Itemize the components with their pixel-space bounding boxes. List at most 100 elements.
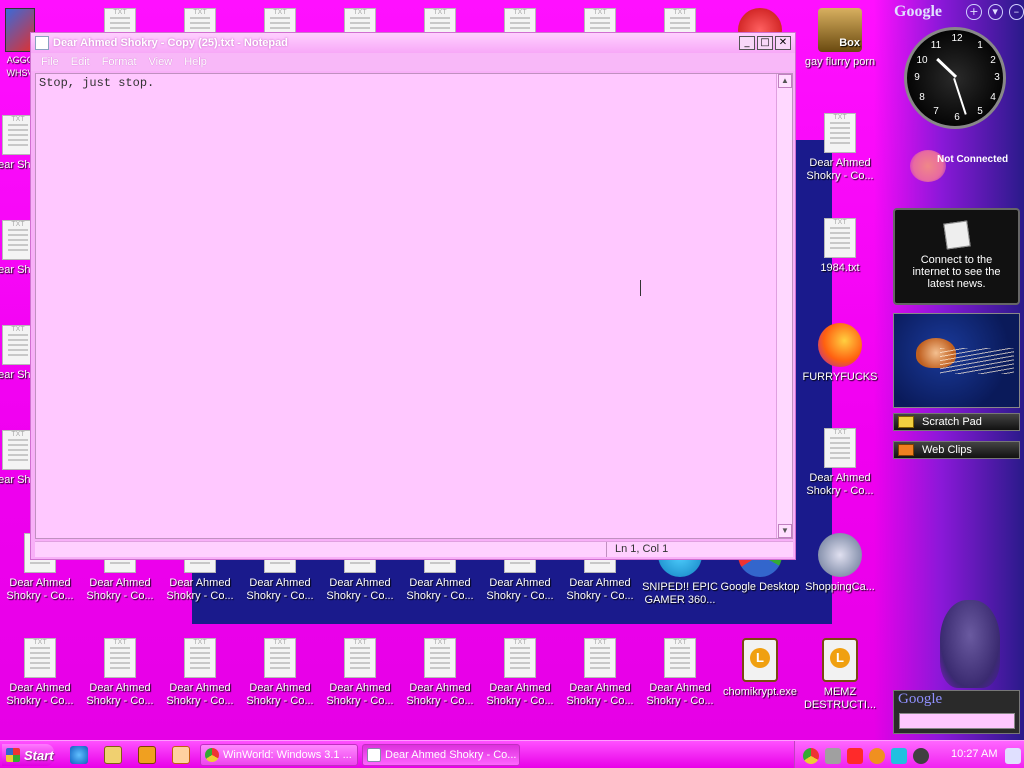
taskbar-item-browser[interactable]: WinWorld: Windows 3.1 ...: [200, 744, 358, 766]
menu-view[interactable]: View: [143, 56, 179, 68]
text-file-icon: [664, 638, 696, 678]
analog-clock[interactable]: 12 1 2 3 4 5 6 7 8 9 10 11: [904, 27, 1006, 129]
desktop-icon[interactable]: Dear Ahmed Shokry - Co...: [240, 638, 320, 708]
minimize-button[interactable]: _: [739, 36, 755, 50]
memz-icon: [822, 638, 858, 682]
google-logo: Google: [894, 3, 942, 20]
text-file-icon: [504, 638, 536, 678]
desktop-icon-label: Dear Ahmed Shokry - Co...: [246, 682, 314, 707]
desktop-icon-label: Dear Ahmed Shokry - Co...: [166, 682, 234, 707]
chomikrypt-icon: [742, 638, 778, 682]
text-file-icon: [184, 638, 216, 678]
gadget-web-clips[interactable]: Web Clips: [893, 441, 1020, 459]
chrome-tray-icon[interactable]: [803, 748, 819, 764]
desktop-icon[interactable]: Dear Ahmed Shokry - Co...: [80, 638, 160, 708]
desktop-icon[interactable]: Dear Ahmed Shokry - Co...: [480, 638, 560, 708]
box-game-icon: Box: [818, 8, 862, 52]
desktop-icon[interactable]: Dear Ahmed Shokry - Co...: [320, 638, 400, 708]
text-file-icon: [824, 218, 856, 258]
flash-icon: [818, 533, 862, 577]
clock-number: 8: [919, 92, 925, 103]
text-file-icon: [824, 113, 856, 153]
desktop-icon[interactable]: Dear Ahmed Shokry - Co...: [800, 113, 880, 183]
desktop-icon[interactable]: Dear Ahmed Shokry - Co...: [400, 638, 480, 708]
desktop-icon[interactable]: ShoppingCa...: [800, 533, 880, 594]
desktop-icon-label: SNIPED!! EPIC GAMER 360...: [642, 581, 718, 606]
notepad-icon: [367, 748, 381, 762]
gadget-scratch-pad[interactable]: Scratch Pad: [893, 413, 1020, 431]
media-player-icon[interactable]: [138, 746, 156, 764]
taskbar-item-notepad[interactable]: Dear Ahmed Shokry - Co...: [362, 744, 520, 766]
text-file-icon: [424, 638, 456, 678]
clock-hour-hand: [936, 57, 958, 78]
text-editor[interactable]: Stop, just stop. ▲ ▼: [35, 73, 793, 539]
google-search-gadget: Google: [893, 690, 1020, 734]
desktop-icon-label: Dear Ahmed Shokry - Co...: [806, 157, 874, 182]
folder-icon[interactable]: [104, 746, 122, 764]
vertical-scrollbar[interactable]: ▲ ▼: [776, 74, 792, 538]
close-button[interactable]: ✕: [775, 36, 791, 50]
gadget-label: Web Clips: [922, 444, 972, 456]
desktop-icon[interactable]: Dear Ahmed Shokry - Co...: [0, 638, 80, 708]
clock-number: 2: [990, 55, 996, 66]
desktop-icon[interactable]: Dear Ahmed Shokry - Co...: [560, 638, 640, 708]
text-file-icon: [824, 428, 856, 468]
desktop-icon-label: Dear Ahmed Shokry - Co...: [86, 577, 154, 602]
text-file-icon: [104, 638, 136, 678]
desktop-icon[interactable]: FURRYFUCKS: [800, 323, 880, 384]
menu-edit[interactable]: Edit: [65, 56, 96, 68]
internet-explorer-icon[interactable]: [70, 746, 88, 764]
desktop-icon[interactable]: Dear Ahmed Shokry - Co...: [800, 428, 880, 498]
desktop-icon-label: Dear Ahmed Shokry - Co...: [326, 682, 394, 707]
taskbar: Start WinWorld: Windows 3.1 ... Dear Ahm…: [0, 740, 1024, 768]
desktop-icon[interactable]: 1984.txt: [800, 218, 880, 275]
connection-status-label: Not Connected: [937, 154, 1009, 165]
menu-file[interactable]: File: [35, 56, 65, 68]
clock-number: 3: [994, 72, 1000, 83]
news-gadget[interactable]: Connect to the internet to see the lates…: [893, 208, 1020, 305]
scroll-down-arrow-icon[interactable]: ▼: [778, 524, 792, 538]
desktop-icon[interactable]: MEMZ DESTRUCTI...: [800, 638, 880, 712]
clock-number: 5: [977, 106, 983, 117]
sidebar-menu-button[interactable]: ▾: [987, 4, 1003, 20]
cursor-position: Ln 1, Col 1: [615, 543, 669, 555]
volume-tray-icon[interactable]: [913, 748, 929, 764]
desktop-icon-label: Dear Ahmed Shokry - Co...: [86, 682, 154, 707]
desktop-icon-label: Dear Ahmed Shokry - Co...: [646, 682, 714, 707]
antivirus-tray-icon[interactable]: [847, 748, 863, 764]
text-cursor-icon: [640, 280, 648, 296]
newspaper-icon: [942, 220, 971, 250]
clock-number: 10: [916, 55, 928, 66]
start-button[interactable]: Start: [2, 744, 54, 766]
desktop-icon[interactable]: Dear Ahmed Shokry - Co...: [640, 638, 720, 708]
photo-slideshow-gadget[interactable]: [893, 313, 1020, 408]
search-tray-icon[interactable]: [869, 748, 885, 764]
task-label: WinWorld: Windows 3.1 ...: [223, 749, 352, 761]
notepad-window[interactable]: Dear Ahmed Shokry - Copy (25).txt - Note…: [30, 32, 796, 560]
desktop-icon[interactable]: Dear Ahmed Shokry - Co...: [160, 638, 240, 708]
display-tray-icon[interactable]: [891, 748, 907, 764]
scroll-up-arrow-icon[interactable]: ▲: [778, 74, 792, 88]
taskbar-clock[interactable]: 10:27 AM: [951, 748, 997, 760]
firefox-quicklaunch-icon[interactable]: [172, 746, 190, 764]
google-search-input[interactable]: [899, 713, 1015, 729]
notepad-titlebar[interactable]: Dear Ahmed Shokry - Copy (25).txt - Note…: [31, 33, 795, 53]
sidebar-minimize-button[interactable]: –: [1008, 4, 1024, 20]
text-file-icon: [24, 638, 56, 678]
menubar: File Edit Format View Help: [31, 53, 795, 71]
windows-logo-icon: [6, 748, 20, 762]
add-gadget-button[interactable]: +: [966, 4, 982, 20]
rss-icon: [898, 444, 914, 456]
menu-format[interactable]: Format: [96, 56, 143, 68]
wallpaper-creature: [940, 600, 1000, 688]
maximize-button[interactable]: □: [757, 36, 773, 50]
desktop-icon[interactable]: Box gay flurry porn: [800, 8, 880, 69]
clock-number: 1: [977, 40, 983, 51]
desktop-icon[interactable]: chomikrypt.exe: [720, 638, 800, 699]
menu-help[interactable]: Help: [178, 56, 213, 68]
clock-minute-hand: [953, 78, 967, 115]
show-desktop-icon[interactable]: [1005, 748, 1021, 764]
system-tray: 10:27 AM: [794, 741, 1024, 768]
network-tray-icon[interactable]: [825, 748, 841, 764]
clock-number: 11: [930, 40, 942, 51]
